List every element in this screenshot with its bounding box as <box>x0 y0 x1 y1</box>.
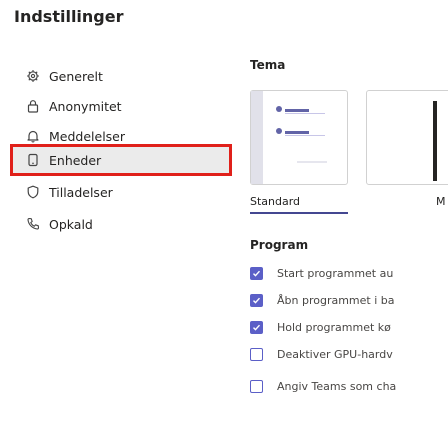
program-option[interactable]: Angiv Teams som cha <box>250 375 396 397</box>
theme-heading: Tema <box>250 58 286 72</box>
sidebar-item-label: Opkald <box>49 216 93 232</box>
device-icon <box>26 153 40 167</box>
checkmark-icon <box>253 297 261 304</box>
checkmark-icon <box>253 270 261 277</box>
checkbox-checked[interactable] <box>250 266 263 280</box>
checkbox-checked[interactable] <box>250 293 263 307</box>
gear-icon <box>26 69 40 83</box>
lock-icon <box>26 99 40 113</box>
theme-card-standard[interactable] <box>250 90 348 185</box>
sidebar-item-label: Generelt <box>49 68 103 84</box>
program-option[interactable]: Hold programmet kø <box>250 316 391 338</box>
sidebar-item-opkald[interactable]: Opkald <box>10 208 232 240</box>
sidebar-item-label: Meddelelser <box>49 128 126 144</box>
shield-icon <box>26 185 40 199</box>
sidebar-item-label: Tilladelser <box>49 184 113 200</box>
program-option[interactable]: Åbn programmet i ba <box>250 289 395 311</box>
theme-option-label: M <box>436 195 446 208</box>
program-option[interactable]: Start programmet au <box>250 262 393 284</box>
sidebar-item-label: Anonymitet <box>49 98 122 114</box>
sidebar-item-generelt[interactable]: Generelt <box>10 60 232 92</box>
theme-option-label: Standard <box>250 195 301 208</box>
program-option-label: Angiv Teams som cha <box>277 379 397 393</box>
sidebar-item-anonymitet[interactable]: Anonymitet <box>10 90 232 122</box>
theme-card-second[interactable] <box>366 90 448 185</box>
bell-icon <box>26 129 40 143</box>
program-option[interactable]: Deaktiver GPU-hardv <box>250 343 393 365</box>
page-title: Indstillinger <box>14 7 124 26</box>
checkmark-icon <box>253 324 261 331</box>
phone-icon <box>26 217 40 231</box>
theme-selected-indicator <box>250 212 348 214</box>
checkbox-unchecked[interactable] <box>250 347 263 361</box>
theme-preview-second <box>433 101 437 181</box>
theme-preview-standard <box>251 91 327 184</box>
program-option-label: Start programmet au <box>277 266 394 280</box>
program-heading: Program <box>250 238 309 252</box>
checkbox-unchecked[interactable] <box>250 379 263 393</box>
program-option-label: Åbn programmet i ba <box>277 293 395 307</box>
program-option-label: Deaktiver GPU-hardv <box>277 347 393 361</box>
sidebar-item-enheder[interactable]: Enheder <box>10 144 232 176</box>
checkbox-checked[interactable] <box>250 320 263 334</box>
sidebar-item-label: Enheder <box>49 152 102 168</box>
program-option-label: Hold programmet kø <box>277 320 391 334</box>
sidebar-item-tilladelser[interactable]: Tilladelser <box>10 176 232 208</box>
